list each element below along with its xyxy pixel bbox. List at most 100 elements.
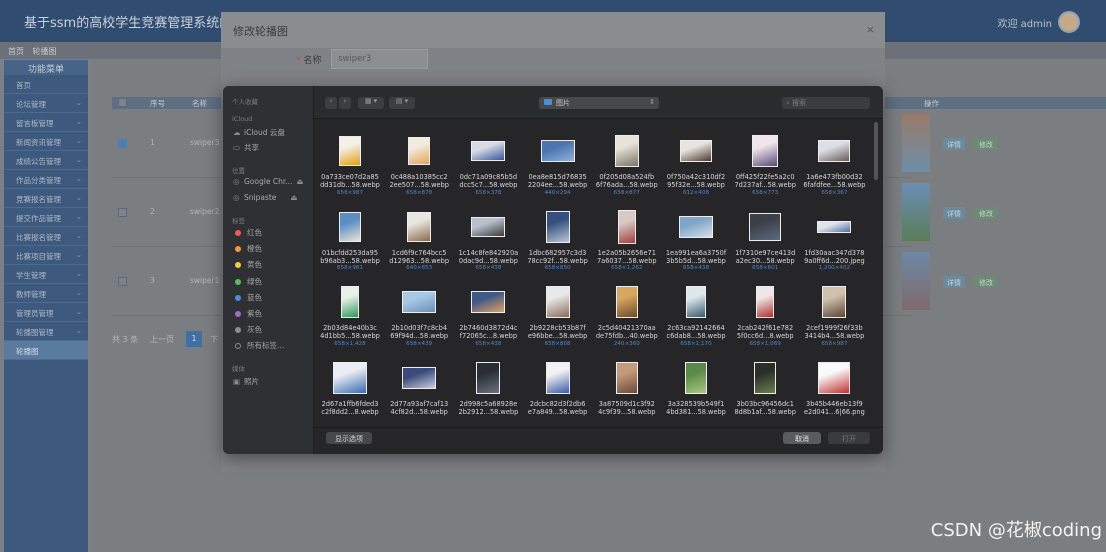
file-item[interactable]: 1fd30aac347d378 9a0ff6d...200.jpeg 1,200×4… (800, 209, 868, 273)
file-item[interactable]: 2b9228cb53b87f e96bbe...58.webp 658×808 (524, 284, 592, 348)
tag-label: 红色 (247, 228, 262, 237)
sidebar-item[interactable]: 成绩公告管理 ⌄ (4, 151, 88, 170)
sidebar-item[interactable]: 轮播图管理 ⌄ (4, 322, 88, 341)
tag-item[interactable]: 黄色 (235, 259, 262, 270)
breadcrumb-current[interactable]: 轮播图 (33, 47, 57, 56)
sidebar-item[interactable]: 竞赛报名管理 ⌄ (4, 189, 88, 208)
sidebar-item-snipaste[interactable]: ◎ Snipaste ⏏ (233, 193, 298, 202)
sidebar-item[interactable]: 教师管理 ⌄ (4, 284, 88, 303)
icon-view-icon[interactable]: ▦ ▾ (358, 97, 384, 109)
back-icon[interactable]: ‹ (325, 97, 337, 109)
sidebar-item-label: 竞赛报名管理 (16, 195, 61, 204)
sidebar-item-google-chrome[interactable]: ◎ Google Chr... ⏏ (233, 177, 303, 186)
name-input[interactable]: swiper3 (331, 49, 428, 69)
eject-icon[interactable]: ⏏ (290, 193, 297, 202)
file-item[interactable]: 1f7310e97ce413d a2ec30...58.webp 658×601 (731, 209, 799, 273)
sidebar-item[interactable]: 新闻资讯管理 ⌄ (4, 132, 88, 151)
edit-button[interactable]: 修改 (974, 276, 998, 288)
file-item[interactable]: 1c14c8fe842920a 0dac9d...58.webp 658×438 (454, 209, 522, 273)
group-icon[interactable]: ▤ ▾ (389, 97, 415, 109)
tag-item[interactable]: 橙色 (235, 243, 262, 254)
image-thumbnail (333, 361, 367, 394)
edit-button[interactable]: 修改 (974, 138, 998, 150)
file-item[interactable]: 2c63ca92142664 c6dab8...58.webp 658×1,170 (662, 284, 730, 348)
file-item[interactable]: 2c5d40421370aa de75fdb...40.webp 240×360 (593, 284, 661, 348)
file-item[interactable]: 3a87509d1c3f92 4c9f39...58.webp (593, 360, 661, 417)
detail-button[interactable]: 详情 (943, 138, 965, 150)
row-checkbox[interactable] (118, 277, 127, 286)
file-item[interactable]: 0f750a42c310df2 95f32e...58.webp 612×408 (662, 133, 730, 197)
file-item[interactable]: 3a328539b549f1 4bd381...58.webp (662, 360, 730, 417)
tag-item[interactable]: 绿色 (235, 276, 262, 287)
sidebar-item[interactable]: 首页 (4, 75, 88, 94)
file-item[interactable]: 2b7460d3872d4c f72065c...8.webp 658×438 (454, 284, 522, 348)
tag-item[interactable]: 蓝色 (235, 292, 262, 303)
file-name: 1c14c8fe842920a (458, 248, 519, 257)
file-item[interactable]: 0c488a10385cc2 2ee507...58.webp 658×878 (385, 133, 453, 197)
row-index: 2 (150, 207, 155, 216)
show-options-button[interactable]: 显示选项 (326, 432, 372, 444)
picker-sidebar: 个人收藏 iCloud ☁ iCloud 云盘 ▭ 共享 位置 ◎ Google Ch… (223, 86, 314, 454)
forward-icon[interactable]: › (339, 97, 351, 109)
file-item[interactable]: 0a733ce07d2a85 dd31db...58.webp 658×987 (316, 133, 384, 197)
cancel-button[interactable]: 取消 (783, 432, 821, 444)
edit-button[interactable]: 修改 (974, 207, 998, 219)
file-item[interactable]: 1a6e473fb00d32 6fafdfee...58.webp 658×367 (800, 133, 868, 197)
sidebar-item[interactable]: 轮播图 (4, 341, 88, 360)
file-item[interactable]: 0ff425f22fe5a2c0 7d237af...58.webp 658×773 (731, 133, 799, 197)
sidebar-item[interactable]: 论坛管理 ⌄ (4, 94, 88, 113)
image-thumbnail (471, 291, 506, 313)
file-item[interactable]: 2b10d03f7c8cb4 69f94d...58.webp 658×439 (385, 284, 453, 348)
location-popup[interactable]: 图片 ⇕ (539, 97, 659, 109)
file-item[interactable]: 2cab242f61e782 5f0cc6d...8.webp 658×1,069 (731, 284, 799, 348)
file-item[interactable]: 1e2a05b2656e71 7a6037...58.webp 658×1,262 (593, 209, 661, 273)
avatar[interactable] (1058, 11, 1080, 33)
file-item[interactable]: 3b45b446eb13f9 e2d041...6|66.png (800, 360, 868, 417)
file-item[interactable]: 01bcfdd253da95 b96ab3...58.webp 658×981 (316, 209, 384, 273)
detail-button[interactable]: 详情 (943, 276, 965, 288)
open-button[interactable]: 打开 (828, 432, 870, 444)
file-item[interactable]: 1dbc682957c3d3 78cc92f...58.webp 658×850 (524, 209, 592, 273)
select-all-checkbox[interactable] (118, 98, 127, 107)
row-checkbox[interactable] (118, 139, 127, 148)
sidebar-item-label: 留言板管理 (16, 119, 54, 128)
tag-item[interactable]: 紫色 (235, 308, 262, 319)
file-item[interactable]: 2dcbc82d3f2db6 e7a849...58.webp (524, 360, 592, 417)
search-field[interactable]: ⌕ 搜索 (782, 97, 870, 109)
sidebar-item[interactable]: 提交作品管理 ⌄ (4, 208, 88, 227)
sidebar-item[interactable]: 学生管理 ⌄ (4, 265, 88, 284)
sidebar-item[interactable]: 比赛报名管理 ⌄ (4, 227, 88, 246)
pager-next[interactable]: 下 (210, 334, 218, 345)
sidebar-item[interactable]: 管理员管理 ⌄ (4, 303, 88, 322)
file-item[interactable]: 3b03bc96456dc1 8d8b1af...58.webp (731, 360, 799, 417)
file-name-ext: 5f0cc6d...8.webp (736, 332, 794, 341)
dialog-title: 修改轮播图 (233, 25, 288, 38)
scrollbar[interactable] (874, 122, 878, 180)
file-item[interactable]: 1cd6f9c764bcc5 d12963...58.webp 640×853 (385, 209, 453, 273)
row-checkbox[interactable] (118, 208, 127, 217)
pager-page[interactable]: 1 (186, 331, 202, 347)
file-item[interactable]: 2cef1999f26f33b 3414b4...58.webp 658×987 (800, 284, 868, 348)
file-item[interactable]: 2d67a1ffb6fded3 c2f8dd2...8.webp (316, 360, 384, 417)
sidebar-item[interactable]: 留言板管理 ⌄ (4, 113, 88, 132)
file-item[interactable]: 1ea991ea6a3750f 3b5b5d...58.webp 658×438 (662, 209, 730, 273)
file-item[interactable]: 2d77a93af7caf13 4cf82d...58.webp (385, 360, 453, 417)
tag-item[interactable]: 红色 (235, 227, 262, 238)
file-item[interactable]: 0ea8e815d76835 2204ee...58.webp 440×294 (524, 133, 592, 197)
file-item[interactable]: 0f205d08a524fb 6f76ada...58.webp 658×877 (593, 133, 661, 197)
sidebar-item-photos[interactable]: ▣ 照片 (233, 376, 259, 387)
pager-prev[interactable]: 上一页 (150, 334, 174, 345)
file-item[interactable]: 2d998c5a68928e 2b2912...58.webp (454, 360, 522, 417)
eject-icon[interactable]: ⏏ (296, 177, 303, 186)
sidebar-item[interactable]: 作品分类管理 ⌄ (4, 170, 88, 189)
file-item[interactable]: 0dc71a09c85b5d dcc5c7...58.webp 658×378 (454, 133, 522, 197)
tag-item[interactable]: 所有标签... (235, 340, 284, 351)
close-icon[interactable]: × (866, 23, 875, 36)
sidebar-item[interactable]: 比赛项目管理 ⌄ (4, 246, 88, 265)
detail-button[interactable]: 详情 (943, 207, 965, 219)
file-item[interactable]: 2b03d84e40b3c 4d1bb5...58.webp 658×1,428 (316, 284, 384, 348)
sidebar-item-shared[interactable]: ▭ 共享 (233, 142, 259, 153)
breadcrumb-home[interactable]: 首页 (8, 47, 24, 56)
sidebar-item-icloud-drive[interactable]: ☁ iCloud 云盘 (233, 127, 285, 138)
tag-item[interactable]: 灰色 (235, 324, 262, 335)
